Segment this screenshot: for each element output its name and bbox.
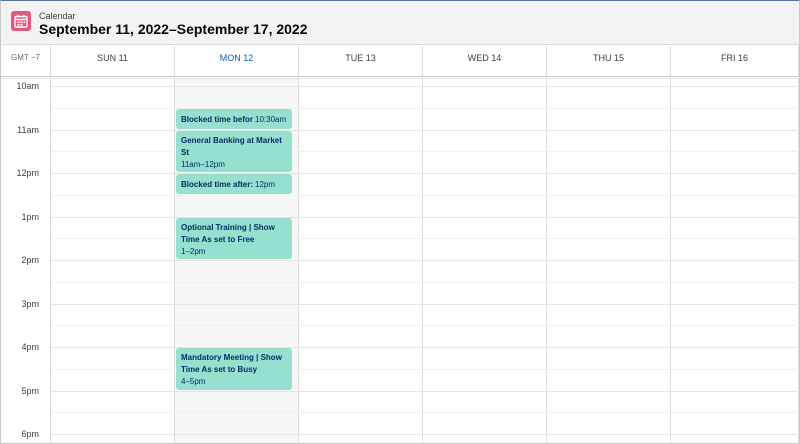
day-header-1[interactable]: MON 12 [175,46,299,76]
hour-line [51,390,799,392]
hour-line [51,86,799,87]
event-time: 4–5pm [181,377,206,386]
hour-line [51,173,799,174]
half-hour-line [51,151,799,153]
hour-label: 1pm [21,211,39,222]
event-time: 11am–12pm [181,159,225,169]
half-hour-line [51,107,799,109]
event-time: 12pm [255,180,276,189]
hour-label: 12pm [16,168,39,178]
hour-label: 5pm [21,385,39,396]
calendar-window: Calendar September 11, 2022–September 17… [0,0,800,444]
event-title: Mandatory Meeting | Show Time As set to … [181,353,282,374]
day-header-2[interactable]: TUE 13 [299,46,423,76]
day-header-5[interactable]: FRI 16 [671,46,799,76]
calendar-event[interactable]: Mandatory Meeting | Show Time As set to … [176,348,292,390]
day-column-3[interactable] [423,79,547,443]
day-header-0[interactable]: SUN 11 [51,46,175,76]
day-column-4[interactable] [547,79,671,443]
hour-line [51,260,799,261]
event-time: 1–2pm [181,246,206,256]
half-hour-line [51,194,799,196]
calendar-event[interactable]: Blocked time before:10:30am [176,108,292,129]
calendar-event[interactable]: Optional Training | Show Time As set to … [176,217,292,259]
half-hour-line [51,281,799,283]
calendar-header: Calendar September 11, 2022–September 17… [1,1,799,45]
hour-label: 3pm [21,298,39,309]
timezone-label: GMT −7 [1,46,51,76]
half-hour-line [51,325,799,327]
half-hour-line [51,412,799,414]
event-title: Optional Training | Show Time As set to … [181,222,275,244]
event-title: Blocked time before: [181,114,253,124]
hour-line [51,434,799,435]
hour-label: 6pm [21,429,39,439]
day-column-5[interactable] [671,79,799,443]
hour-label: 4pm [21,342,39,352]
hour-line [51,216,799,218]
hour-line [51,303,799,305]
hour-label: 2pm [21,255,39,265]
half-hour-line [51,368,799,370]
day-column-2[interactable] [299,79,423,443]
app-label: Calendar [39,11,76,21]
hour-label: 10am [16,81,39,91]
calendar-event[interactable]: General Banking at Market St 11am–12pm [176,130,292,172]
day-header-4[interactable]: THU 15 [547,46,671,76]
day-column-0[interactable] [51,79,175,443]
calendar-event[interactable]: Blocked time after: General Banking at M… [176,174,292,194]
week-grid[interactable]: 10am 11am 12pm 1pm 2pm 3pm 4pm 5pm 6pm Blocked ti… [1,79,799,443]
hour-line [51,129,799,131]
calendar-icon [11,11,31,31]
day-header-3[interactable]: WED 14 [423,46,547,76]
event-title: Blocked time after: General Banking at M… [181,180,253,189]
event-time: 10:30am [255,114,287,124]
half-hour-line [51,238,799,240]
event-title: General Banking at Market St [181,135,282,157]
date-range-title: September 11, 2022–September 17, 2022 [39,21,308,37]
hour-line [51,347,799,348]
hour-label: 11am [17,124,39,135]
